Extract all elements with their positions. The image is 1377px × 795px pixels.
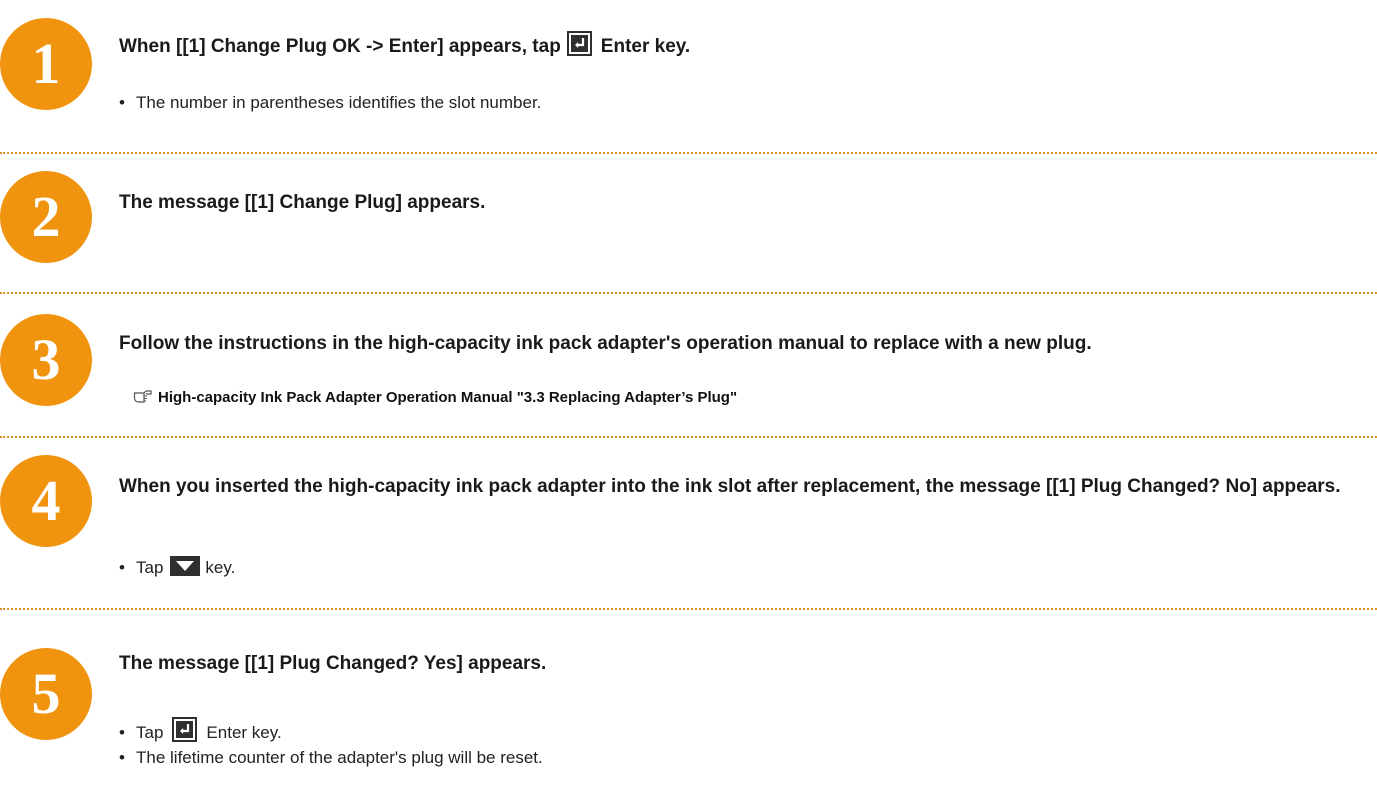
step-note: • Tap key. bbox=[119, 556, 236, 577]
step-title: Follow the instructions in the high-capa… bbox=[119, 333, 1092, 354]
step-number-badge: 2 bbox=[0, 171, 92, 263]
divider bbox=[0, 436, 1377, 438]
divider bbox=[0, 292, 1377, 294]
bullet: • bbox=[119, 723, 125, 742]
step-title-text: When [[1] Change Plug OK -> Enter] appea… bbox=[119, 36, 561, 57]
step-title: The message [[1] Change Plug] appears. bbox=[119, 192, 486, 213]
step-title: When you inserted the high-capacity ink … bbox=[119, 476, 1341, 497]
step-number-badge: 5 bbox=[0, 648, 92, 740]
divider bbox=[0, 608, 1377, 610]
step-number-badge: 4 bbox=[0, 455, 92, 547]
step-note: • Tap Enter key. bbox=[119, 717, 282, 744]
step-title: When [[1] Change Plug OK -> Enter] appea… bbox=[119, 31, 1371, 60]
step-title: The message [[1] Plug Changed? Yes] appe… bbox=[119, 653, 547, 674]
step-note: • The lifetime counter of the adapter's p… bbox=[119, 748, 543, 767]
divider bbox=[0, 152, 1377, 154]
step-number-badge: 1 bbox=[0, 18, 92, 110]
enter-key-icon bbox=[172, 717, 198, 742]
step-title-text: Enter key. bbox=[600, 36, 691, 57]
step-number-badge: 3 bbox=[0, 314, 92, 406]
bullet: • bbox=[119, 93, 125, 112]
bullet: • bbox=[119, 748, 125, 767]
pointing-hand-icon bbox=[133, 390, 152, 403]
down-arrow-key-icon bbox=[170, 556, 201, 576]
bullet: • bbox=[119, 558, 125, 577]
enter-key-icon bbox=[566, 31, 592, 56]
step-note: • The number in parentheses identifies th… bbox=[119, 93, 542, 112]
manual-reference: High-capacity Ink Pack Adapter Operation… bbox=[133, 388, 737, 408]
